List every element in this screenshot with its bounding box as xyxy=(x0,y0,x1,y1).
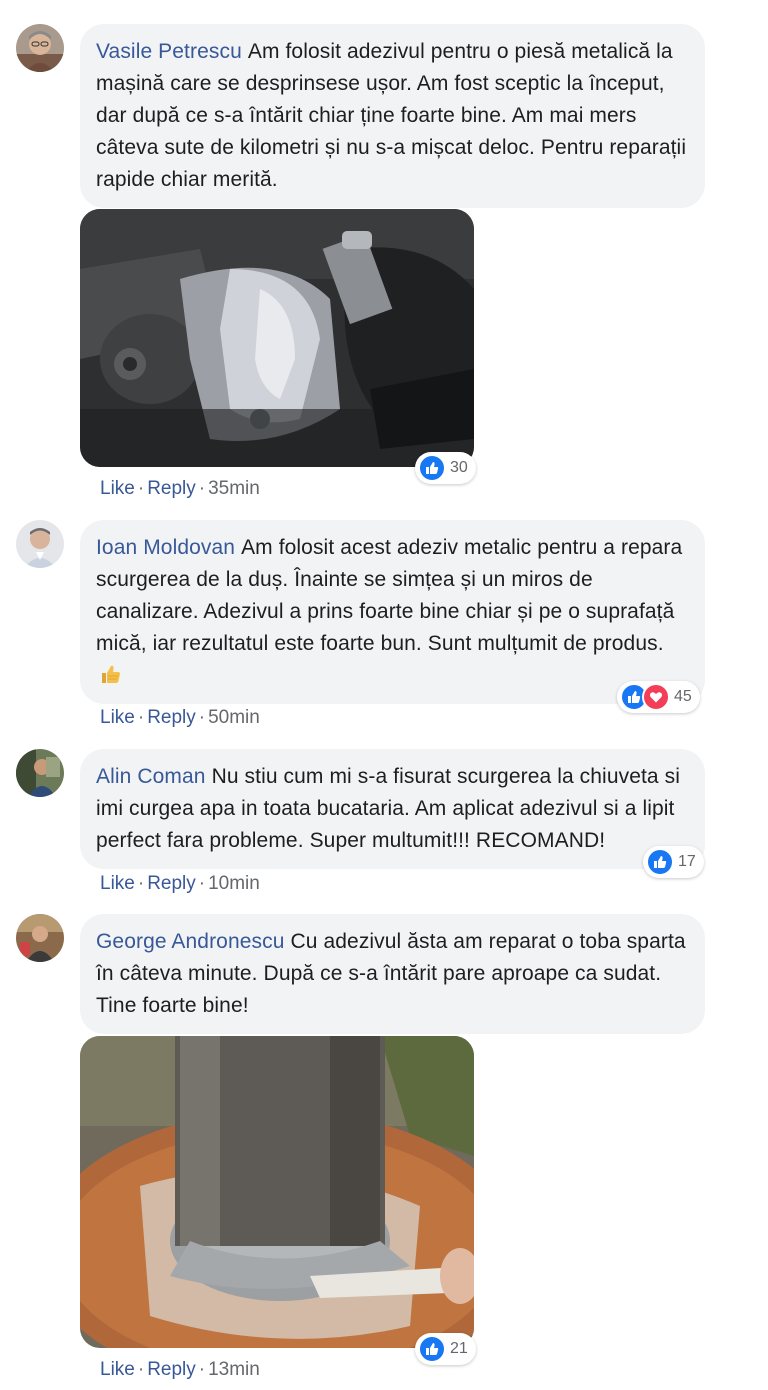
like-link[interactable]: Like xyxy=(100,707,135,728)
comment-author[interactable]: Ioan Moldovan xyxy=(96,536,235,559)
separator-dot: · xyxy=(137,478,145,499)
reply-link[interactable]: Reply xyxy=(147,707,196,728)
like-link[interactable]: Like xyxy=(100,873,135,894)
reply-link[interactable]: Reply xyxy=(147,873,196,894)
separator-dot: · xyxy=(198,707,206,728)
comment-author[interactable]: Alin Coman xyxy=(96,765,206,788)
separator-dot: · xyxy=(137,873,145,894)
avatar[interactable] xyxy=(16,914,64,962)
comment-actions: Like · Reply · 50min xyxy=(100,707,260,729)
like-icon xyxy=(418,454,446,482)
separator-dot: · xyxy=(137,1359,145,1380)
comment-author[interactable]: George Andronescu xyxy=(96,930,285,953)
like-icon xyxy=(646,848,674,876)
like-link[interactable]: Like xyxy=(100,478,135,499)
comment-bubble: George Andronescu Cu adezivul ăsta am rep… xyxy=(80,914,705,1034)
comment-photo[interactable] xyxy=(80,1036,474,1348)
reaction-count: 21 xyxy=(450,1340,468,1357)
comment-bubble: Alin Coman Nu stiu cum mi s-a fisurat scu… xyxy=(80,749,705,869)
separator-dot: · xyxy=(198,873,206,894)
avatar[interactable] xyxy=(16,520,64,568)
comment-actions: Like · Reply · 13min xyxy=(100,1359,260,1381)
comment-timestamp[interactable]: 13min xyxy=(208,1359,260,1380)
comment-bubble: Ioan Moldovan Am folosit acest adeziv met… xyxy=(80,520,705,704)
reaction-count: 45 xyxy=(674,688,692,705)
avatar[interactable] xyxy=(16,24,64,72)
comment-actions: Like · Reply · 35min xyxy=(100,478,260,500)
comment-author[interactable]: Vasile Petrescu xyxy=(96,40,242,63)
reaction-summary[interactable]: 21 xyxy=(415,1333,476,1365)
reaction-summary[interactable]: 17 xyxy=(643,846,704,878)
avatar[interactable] xyxy=(16,749,64,797)
reaction-count: 30 xyxy=(450,459,468,476)
comment-timestamp[interactable]: 50min xyxy=(208,707,260,728)
separator-dot: · xyxy=(198,1359,206,1380)
reply-link[interactable]: Reply xyxy=(147,478,196,499)
thumbs-up-emoji xyxy=(100,663,122,685)
like-link[interactable]: Like xyxy=(100,1359,135,1380)
comment-actions: Like · Reply · 10min xyxy=(100,873,260,895)
separator-dot: · xyxy=(198,478,206,499)
comment-photo[interactable] xyxy=(80,209,474,467)
reaction-summary[interactable]: 30 xyxy=(415,452,476,484)
comment-timestamp[interactable]: 10min xyxy=(208,873,260,894)
comment-bubble: Vasile Petrescu Am folosit adezivul pentr… xyxy=(80,24,705,208)
reaction-summary[interactable]: 45 xyxy=(617,681,700,713)
reaction-count: 17 xyxy=(678,853,696,870)
comment-timestamp[interactable]: 35min xyxy=(208,478,260,499)
love-icon xyxy=(642,683,670,711)
like-icon xyxy=(418,1335,446,1363)
separator-dot: · xyxy=(137,707,145,728)
reply-link[interactable]: Reply xyxy=(147,1359,196,1380)
